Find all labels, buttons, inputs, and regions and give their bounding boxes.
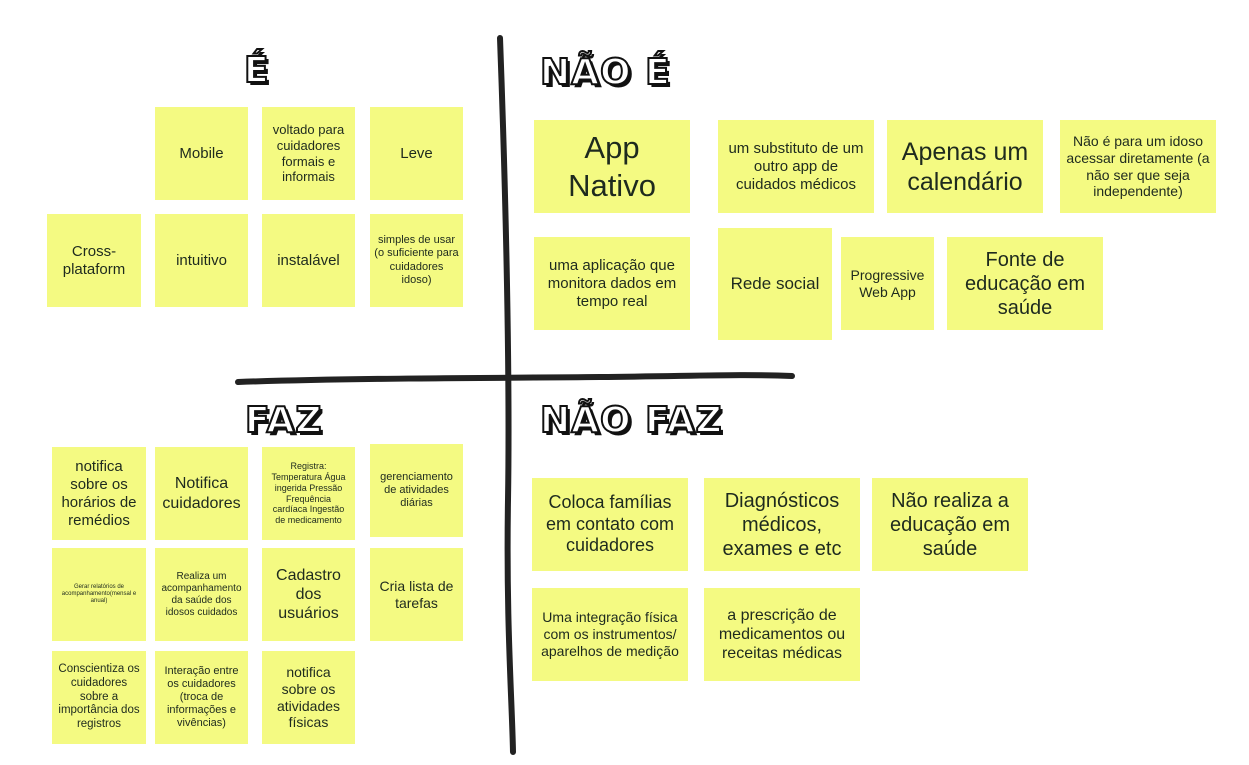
sticky-note[interactable]: a prescrição de medicamentos ou receitas… — [704, 588, 860, 681]
heading-e: É — [243, 49, 270, 92]
sticky-note[interactable]: Não realiza a educação em saúde — [872, 478, 1028, 571]
sticky-note[interactable]: Apenas um calendário — [887, 120, 1043, 213]
heading-nao-faz: NÃO FAZ — [539, 399, 723, 442]
sticky-note[interactable]: Leve — [370, 107, 463, 200]
sticky-note[interactable]: Não é para um idoso acessar diretamente … — [1060, 120, 1216, 213]
sticky-note[interactable]: simples de usar (o suficiente para cuida… — [370, 214, 463, 307]
sticky-note[interactable]: Mobile — [155, 107, 248, 200]
sticky-note[interactable]: Progressive Web App — [841, 237, 934, 330]
sticky-note[interactable]: Uma integração física com os instrumento… — [532, 588, 688, 681]
sticky-note[interactable]: Conscientiza os cuidadores sobre a impor… — [52, 651, 146, 744]
sticky-note[interactable]: um substituto de um outro app de cuidado… — [718, 120, 874, 213]
sticky-note[interactable]: notifica sobre os horários de remédios — [52, 447, 146, 540]
sticky-note[interactable]: gerenciamento de atividades diárias — [370, 444, 463, 537]
sticky-note[interactable]: voltado para cuidadores formais e inform… — [262, 107, 355, 200]
sticky-note[interactable]: Fonte de educação em saúde — [947, 237, 1103, 330]
sticky-note[interactable]: Diagnósticos médicos, exames e etc — [704, 478, 860, 571]
sticky-note[interactable]: intuitivo — [155, 214, 248, 307]
sticky-note[interactable]: instalável — [262, 214, 355, 307]
sticky-note[interactable]: App Nativo — [534, 120, 690, 213]
heading-nao-e: NÃO É — [539, 51, 671, 94]
sticky-note[interactable]: uma aplicação que monitora dados em temp… — [534, 237, 690, 330]
horizontal-divider — [235, 372, 795, 385]
sticky-note[interactable]: Registra: Temperatura Água ingerida Pres… — [262, 447, 355, 540]
sticky-note[interactable]: Gerar relatórios de acompanhamento(mensa… — [52, 548, 146, 641]
vertical-divider — [497, 35, 516, 755]
sticky-note[interactable]: Realiza um acompanhamento da saúde dos i… — [155, 548, 248, 641]
sticky-note[interactable]: Cadastro dos usuários — [262, 548, 355, 641]
sticky-note[interactable]: Cria lista de tarefas — [370, 548, 463, 641]
sticky-note[interactable]: Notifica cuidadores — [155, 447, 248, 540]
sticky-note[interactable]: notifica sobre os atividades físicas — [262, 651, 355, 744]
sticky-note[interactable]: Coloca famílias em contato com cuidadore… — [532, 478, 688, 571]
sticky-note[interactable]: Interação entre os cuidadores (troca de … — [155, 651, 248, 744]
sticky-note[interactable]: Cross-plataform — [47, 214, 141, 307]
sticky-note[interactable]: Rede social — [718, 228, 832, 340]
heading-faz: FAZ — [244, 399, 323, 442]
